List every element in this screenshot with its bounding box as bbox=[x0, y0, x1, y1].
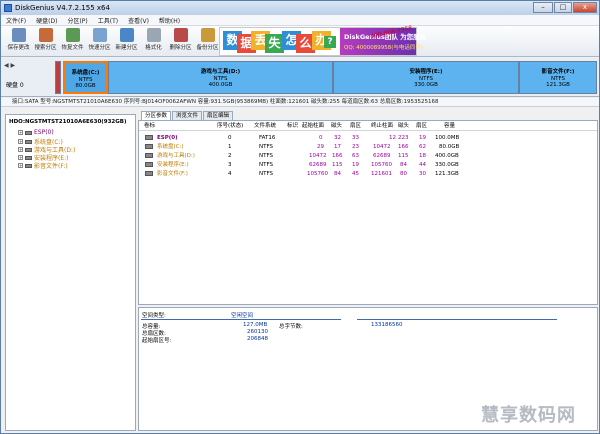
recover-files-button[interactable]: 恢复文件 bbox=[61, 28, 84, 56]
minimize-button[interactable]: – bbox=[533, 2, 553, 13]
title-bar[interactable]: DiskGenius V4.7.2.155 x64 – □ x bbox=[1, 1, 599, 15]
disk-label: 硬盘 0 bbox=[6, 82, 24, 89]
col-start-cyl[interactable]: 起始柱面 bbox=[302, 121, 324, 131]
col-end-sector[interactable]: 扇区 bbox=[416, 121, 427, 131]
segment-c[interactable]: 系统盘(C:) NTFS 80.0GB bbox=[63, 61, 108, 94]
app-icon bbox=[4, 4, 12, 12]
expand-icon[interactable]: + bbox=[18, 147, 23, 152]
tree-node-f[interactable]: + 影音文件(F:) bbox=[18, 161, 68, 170]
tree-node-esp[interactable]: + ESP(0) bbox=[18, 129, 54, 136]
partition-icon bbox=[25, 130, 32, 135]
banner-char-8: ? bbox=[324, 36, 336, 48]
partition-table: 卷标 序号(状态) 文件系统 标识 起始柱面 磁头 扇区 终止柱面 磁头 扇区 … bbox=[138, 120, 598, 305]
segment-esp[interactable] bbox=[55, 61, 61, 94]
banner-line2: QQ: 4000089958(与电话同号) bbox=[344, 45, 424, 51]
col-label[interactable]: 卷标 bbox=[144, 121, 155, 131]
table-row[interactable]: 安装程序(E:) 3 NTFS 62689 115 19 105760 84 4… bbox=[139, 160, 597, 169]
disk-tree: HDO:NGSTMTST21010A6E630(932GB) + ESP(0) +… bbox=[5, 114, 136, 431]
partition-icon bbox=[25, 155, 32, 160]
sectors-value: 260130 bbox=[247, 329, 268, 335]
table-header: 卷标 序号(状态) 文件系统 标识 起始柱面 磁头 扇区 终止柱面 磁头 扇区 … bbox=[139, 121, 597, 131]
disk-map: ◀ ▶ 硬盘 0 系统盘(C:) NTFS 80.0GB 游戏与工具(D:) NTFS… bbox=[1, 58, 599, 97]
expand-icon[interactable]: + bbox=[18, 155, 23, 160]
format-icon bbox=[146, 28, 161, 42]
partition-icon bbox=[145, 144, 153, 149]
menu-help[interactable]: 帮助(H) bbox=[154, 16, 185, 25]
segment-e[interactable]: 安装程序(E:) NTFS 330.0GB bbox=[333, 61, 519, 94]
format-button[interactable]: 格式化 bbox=[142, 28, 165, 56]
save-changes-button[interactable]: 保存更改 bbox=[7, 28, 30, 56]
delete-partition-icon bbox=[173, 28, 188, 42]
menu-tools[interactable]: 工具(T) bbox=[93, 16, 123, 25]
tab-bar: 分区参数 浏览文件 扇区编辑 bbox=[141, 111, 234, 120]
menu-bar: 文件(F) 硬盘(D) 分区(P) 工具(T) 查看(V) 帮助(H) bbox=[1, 15, 599, 26]
maximize-button[interactable]: □ bbox=[554, 2, 572, 13]
expand-icon[interactable]: + bbox=[18, 130, 23, 135]
site-watermark: 慧享数码网 bbox=[481, 405, 576, 426]
recover-icon bbox=[65, 28, 80, 42]
partition-icon bbox=[25, 139, 32, 144]
tab-browse-files[interactable]: 浏览文件 bbox=[172, 111, 203, 120]
divider bbox=[357, 319, 557, 320]
window-title: DiskGenius V4.7.2.155 x64 bbox=[15, 4, 110, 12]
search-icon bbox=[38, 28, 53, 42]
table-row[interactable]: ESP(0) 0 FAT16 0 32 33 12 223 19 100.0MB bbox=[139, 133, 597, 142]
partition-icon bbox=[145, 162, 153, 167]
partition-icon bbox=[145, 153, 153, 158]
segment-f[interactable]: 影音文件(F:) NTFS 121.3GB bbox=[519, 61, 597, 94]
menu-disk[interactable]: 硬盘(D) bbox=[31, 16, 62, 25]
tab-partition-params[interactable]: 分区参数 bbox=[141, 111, 172, 120]
delete-partition-button[interactable]: 删除分区 bbox=[169, 28, 192, 56]
close-button[interactable]: x bbox=[573, 2, 597, 13]
new-partition-icon bbox=[119, 28, 134, 42]
menu-view[interactable]: 查看(V) bbox=[123, 16, 154, 25]
col-index[interactable]: 序号(状态) bbox=[217, 121, 243, 131]
col-start-sector[interactable]: 扇区 bbox=[350, 121, 361, 131]
partition-icon bbox=[145, 171, 153, 176]
menu-partition[interactable]: 分区(P) bbox=[62, 16, 92, 25]
save-icon bbox=[11, 28, 26, 42]
backup-partition-button[interactable]: 备份分区 bbox=[196, 28, 219, 56]
col-id[interactable]: 标识 bbox=[287, 121, 298, 131]
col-fs[interactable]: 文件系统 bbox=[254, 121, 276, 131]
total-bytes-value: 133186560 bbox=[371, 322, 403, 328]
disk-info-bar: 接口:SATA 型号:NGSTMTST21010A6E630 序列号:BJ014… bbox=[1, 98, 599, 107]
partition-icon bbox=[145, 135, 153, 140]
tab-sector-editor[interactable]: 扇区编辑 bbox=[203, 111, 234, 120]
expand-icon[interactable]: + bbox=[18, 139, 23, 144]
col-end-cyl[interactable]: 终止柱面 bbox=[371, 121, 393, 131]
disk-nav-arrows[interactable]: ◀ ▶ bbox=[4, 62, 15, 69]
total-bytes-label: 总字节数: bbox=[279, 324, 303, 330]
menu-file[interactable]: 文件(F) bbox=[1, 16, 31, 25]
col-start-head[interactable]: 磁头 bbox=[331, 121, 342, 131]
backup-icon bbox=[200, 28, 215, 42]
quick-partition-button[interactable]: 快速分区 bbox=[88, 28, 111, 56]
space-type-label: 空间类型: bbox=[142, 313, 166, 319]
table-row[interactable]: 游戏与工具(D:) 2 NTFS 10472 166 63 62689 115 … bbox=[139, 151, 597, 160]
search-partition-button[interactable]: 搜索分区 bbox=[34, 28, 57, 56]
table-row[interactable]: 影音文件(F:) 4 NTFS 105760 84 45 121601 80 3… bbox=[139, 169, 597, 178]
new-partition-button[interactable]: 新建分区 bbox=[115, 28, 138, 56]
expand-icon[interactable]: + bbox=[18, 163, 23, 168]
start-sector-label: 起始扇区号: bbox=[142, 338, 172, 344]
col-capacity[interactable]: 容量 bbox=[444, 121, 455, 131]
partition-icon bbox=[25, 163, 32, 168]
table-row[interactable]: 系统盘(C:) 1 NTFS 29 17 23 10472 166 62 80.… bbox=[139, 142, 597, 151]
quick-partition-icon bbox=[92, 28, 107, 42]
app-window: DiskGenius V4.7.2.155 x64 – □ x 文件(F) 硬盘… bbox=[0, 0, 600, 434]
divider bbox=[141, 319, 341, 320]
main-panel: 分区参数 浏览文件 扇区编辑 卷标 序号(状态) 文件系统 标识 起始柱面 磁头… bbox=[138, 111, 598, 431]
capacity-value: 127.0MB bbox=[243, 322, 268, 328]
partition-icon bbox=[25, 147, 32, 152]
segment-d[interactable]: 游戏与工具(D:) NTFS 400.0GB bbox=[108, 61, 333, 94]
space-type-value: 空闲空间 bbox=[231, 313, 254, 319]
tree-root-disk[interactable]: HDO:NGSTMTST21010A6E630(932GB) bbox=[9, 119, 126, 125]
col-end-head[interactable]: 磁头 bbox=[398, 121, 409, 131]
start-sector-value: 206848 bbox=[247, 336, 268, 342]
ad-banner[interactable]: 数 据 丢 失 怎 么 办 ? DiskGenius团队 为您服务 QQ: 40… bbox=[219, 25, 426, 56]
